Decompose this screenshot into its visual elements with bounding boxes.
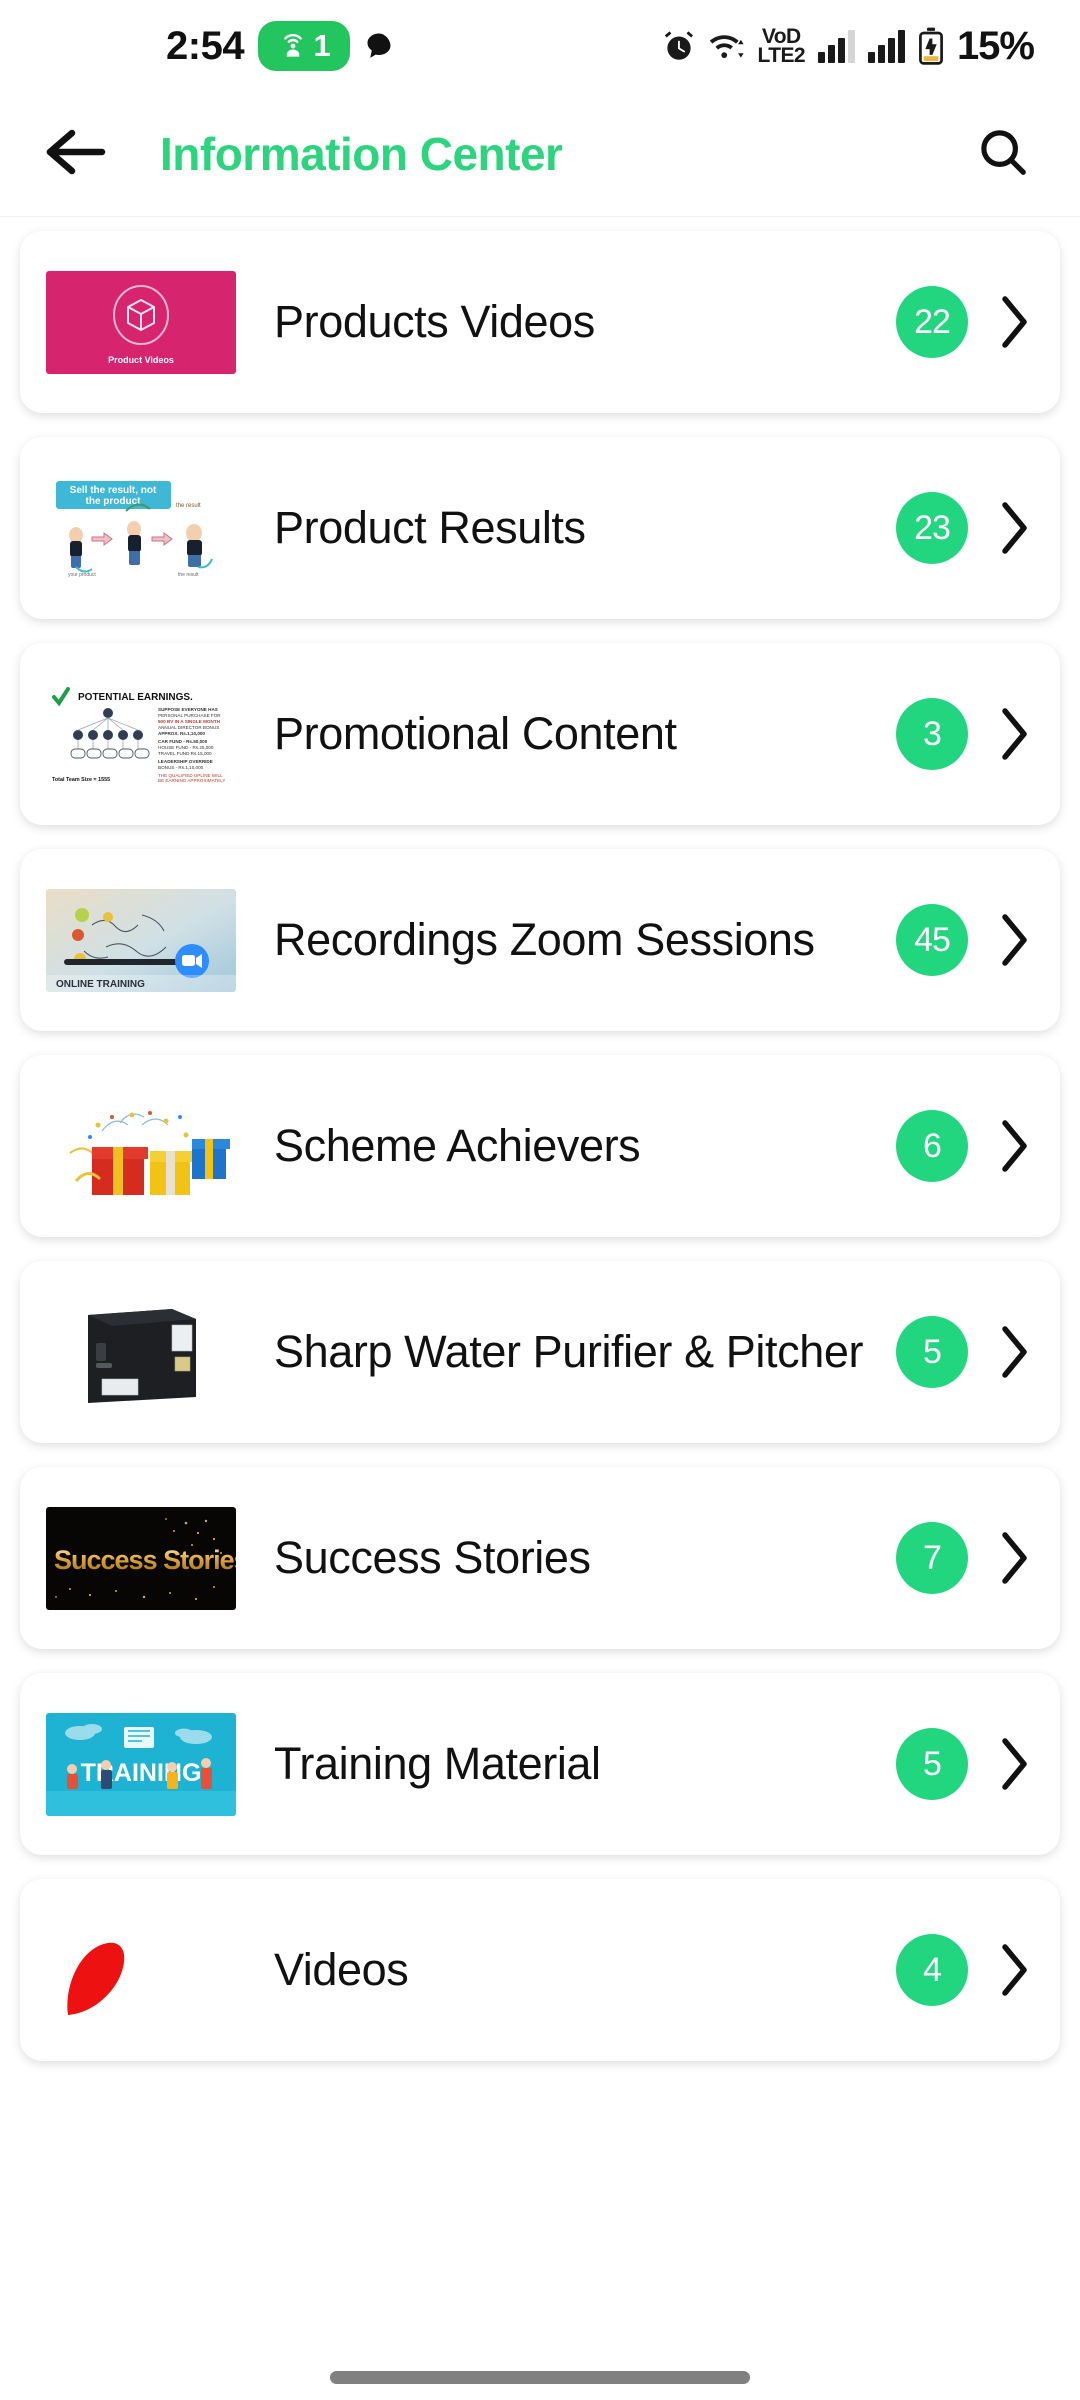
svg-text:APPROX. Rs.1,10,000: APPROX. Rs.1,10,000 (158, 731, 205, 736)
home-gesture-pill[interactable] (330, 2370, 750, 2384)
status-bar-right: VoD LTE2 15% (662, 23, 1035, 69)
list-item[interactable]: Videos 4 (20, 1879, 1060, 2061)
status-badge: 3 (896, 698, 968, 770)
chevron-right-icon[interactable] (994, 705, 1034, 763)
list-item[interactable]: Sell the result, not the product the res… (20, 437, 1060, 619)
back-button[interactable] (42, 119, 112, 189)
training-material-thumbnail: TRAINING (46, 1712, 236, 1816)
status-bar-clock: 2:54 (166, 23, 245, 68)
svg-text:TRAVEL FUND Rs.15,000: TRAVEL FUND Rs.15,000 (158, 751, 212, 756)
chevron-right-icon[interactable] (994, 1323, 1034, 1381)
list-item-title: Training Material (274, 1738, 601, 1790)
status-badge: 4 (896, 1934, 968, 2006)
svg-text:ANNUAL DIRECTOR BONUS: ANNUAL DIRECTOR BONUS (158, 725, 219, 730)
list-item[interactable]: TRAINING Training Material 5 (20, 1673, 1060, 1855)
svg-text:the result: the result (176, 503, 201, 509)
list-item[interactable]: ONLINE TRAINING Recordings Zoom Sessions… (20, 849, 1060, 1031)
hotspot-icon (277, 30, 309, 62)
alarm-clock-icon (662, 29, 696, 63)
chevron-right-icon[interactable] (994, 1529, 1034, 1587)
svg-text:the result: the result (178, 572, 199, 578)
wifi-icon (709, 29, 745, 63)
svg-text:Total Team Size = 1555: Total Team Size = 1555 (52, 777, 110, 783)
status-badge: 6 (896, 1110, 968, 1182)
list-item-title: Product Results (274, 502, 586, 554)
svg-text:Success Stories: Success Stories (54, 1545, 236, 1575)
information-center-list[interactable]: Product Videos Products Videos 22 Sell t… (0, 217, 1080, 2400)
success-stories-thumbnail: Success Stories (46, 1506, 236, 1610)
svg-text:POTENTIAL EARNINGS.: POTENTIAL EARNINGS. (78, 692, 193, 703)
svg-text:SUPPOSE EVERYONE HAS: SUPPOSE EVERYONE HAS (158, 707, 218, 712)
list-item[interactable]: Product Videos Products Videos 22 (20, 231, 1060, 413)
svg-text:your product: your product (68, 572, 96, 578)
list-item-title: Recordings Zoom Sessions (274, 914, 815, 966)
product-videos-thumbnail: Product Videos (46, 270, 236, 374)
search-button[interactable] (968, 119, 1038, 189)
svg-text:HOUSE FUND - Rs.25,000: HOUSE FUND - Rs.25,000 (158, 745, 214, 750)
hotspot-count: 1 (313, 28, 331, 63)
hotspot-indicator: 1 (258, 21, 351, 71)
svg-text:Product Videos: Product Videos (108, 355, 174, 365)
battery-charging-icon (918, 27, 944, 65)
status-badge: 23 (896, 492, 968, 564)
list-item-title: Sharp Water Purifier & Pitcher (274, 1326, 864, 1378)
status-badge: 45 (896, 904, 968, 976)
status-badge: 22 (896, 286, 968, 358)
svg-text:CAR FUND - Rs.50,000: CAR FUND - Rs.50,000 (158, 739, 208, 744)
svg-text:ONLINE TRAINING: ONLINE TRAINING (56, 979, 145, 990)
sharp-water-purifier-thumbnail (46, 1300, 236, 1404)
chevron-right-icon[interactable] (994, 1941, 1034, 1999)
status-badge: 7 (896, 1522, 968, 1594)
svg-text:PERSONAL PURCHASE FOR: PERSONAL PURCHASE FOR (158, 713, 221, 718)
list-item-title: Products Videos (274, 296, 595, 348)
list-item-title: Videos (274, 1944, 409, 1996)
list-item[interactable]: POTENTIAL EARNINGS. SUPPOSE EVERYONE HAS… (20, 643, 1060, 825)
signal-bars-icon-sim1 (817, 29, 855, 63)
svg-text:500 BV IN A SINGLE MONTH: 500 BV IN A SINGLE MONTH (158, 719, 221, 724)
list-item[interactable]: Success Stories Success Stories 7 (20, 1467, 1060, 1649)
chevron-right-icon[interactable] (994, 293, 1034, 351)
navigation-gesture-bar[interactable] (0, 2354, 1080, 2400)
battery-percentage: 15% (956, 23, 1035, 68)
status-bar-left: 2:54 1 (166, 21, 394, 71)
status-badge: 5 (896, 1316, 968, 1388)
status-badge: 5 (896, 1728, 968, 1800)
list-item[interactable]: Sharp Water Purifier & Pitcher 5 (20, 1261, 1060, 1443)
promotional-content-thumbnail: POTENTIAL EARNINGS. SUPPOSE EVERYONE HAS… (46, 682, 236, 786)
product-results-thumbnail: Sell the result, not the product the res… (46, 476, 236, 580)
recordings-zoom-sessions-thumbnail: ONLINE TRAINING (46, 888, 236, 992)
list-item-title: Success Stories (274, 1532, 591, 1584)
list-item-title: Promotional Content (274, 708, 677, 760)
network-type-indicator: VoD LTE2 (757, 26, 806, 67)
app-header: Information Center (0, 92, 1080, 217)
svg-text:TRAINING: TRAINING (81, 1759, 202, 1787)
videos-thumbnail (46, 1918, 236, 2022)
chevron-right-icon[interactable] (994, 1117, 1034, 1175)
list-item-title: Scheme Achievers (274, 1120, 641, 1172)
page-title: Information Center (160, 128, 563, 180)
svg-text:BONUS - Rs.1,10,000: BONUS - Rs.1,10,000 (158, 765, 204, 770)
chevron-right-icon[interactable] (994, 499, 1034, 557)
network-type-line2: LTE2 (757, 44, 806, 67)
svg-text:LEADERSHIP OVERRIDE: LEADERSHIP OVERRIDE (158, 759, 213, 764)
chevron-right-icon[interactable] (994, 911, 1034, 969)
list-item[interactable]: Scheme Achievers 6 (20, 1055, 1060, 1237)
chat-bubble-icon (364, 31, 394, 61)
svg-text:Sell the result, not: Sell the result, not (70, 485, 157, 496)
scheme-achievers-thumbnail (46, 1094, 236, 1198)
back-arrow-icon (46, 128, 108, 181)
search-icon (976, 125, 1030, 184)
chevron-right-icon[interactable] (994, 1735, 1034, 1793)
status-bar: 2:54 1 VoD LTE2 15% (0, 0, 1080, 92)
svg-text:BE EARNING APPROXIMATELY: BE EARNING APPROXIMATELY (158, 778, 225, 783)
signal-bars-icon-sim2 (867, 29, 905, 63)
